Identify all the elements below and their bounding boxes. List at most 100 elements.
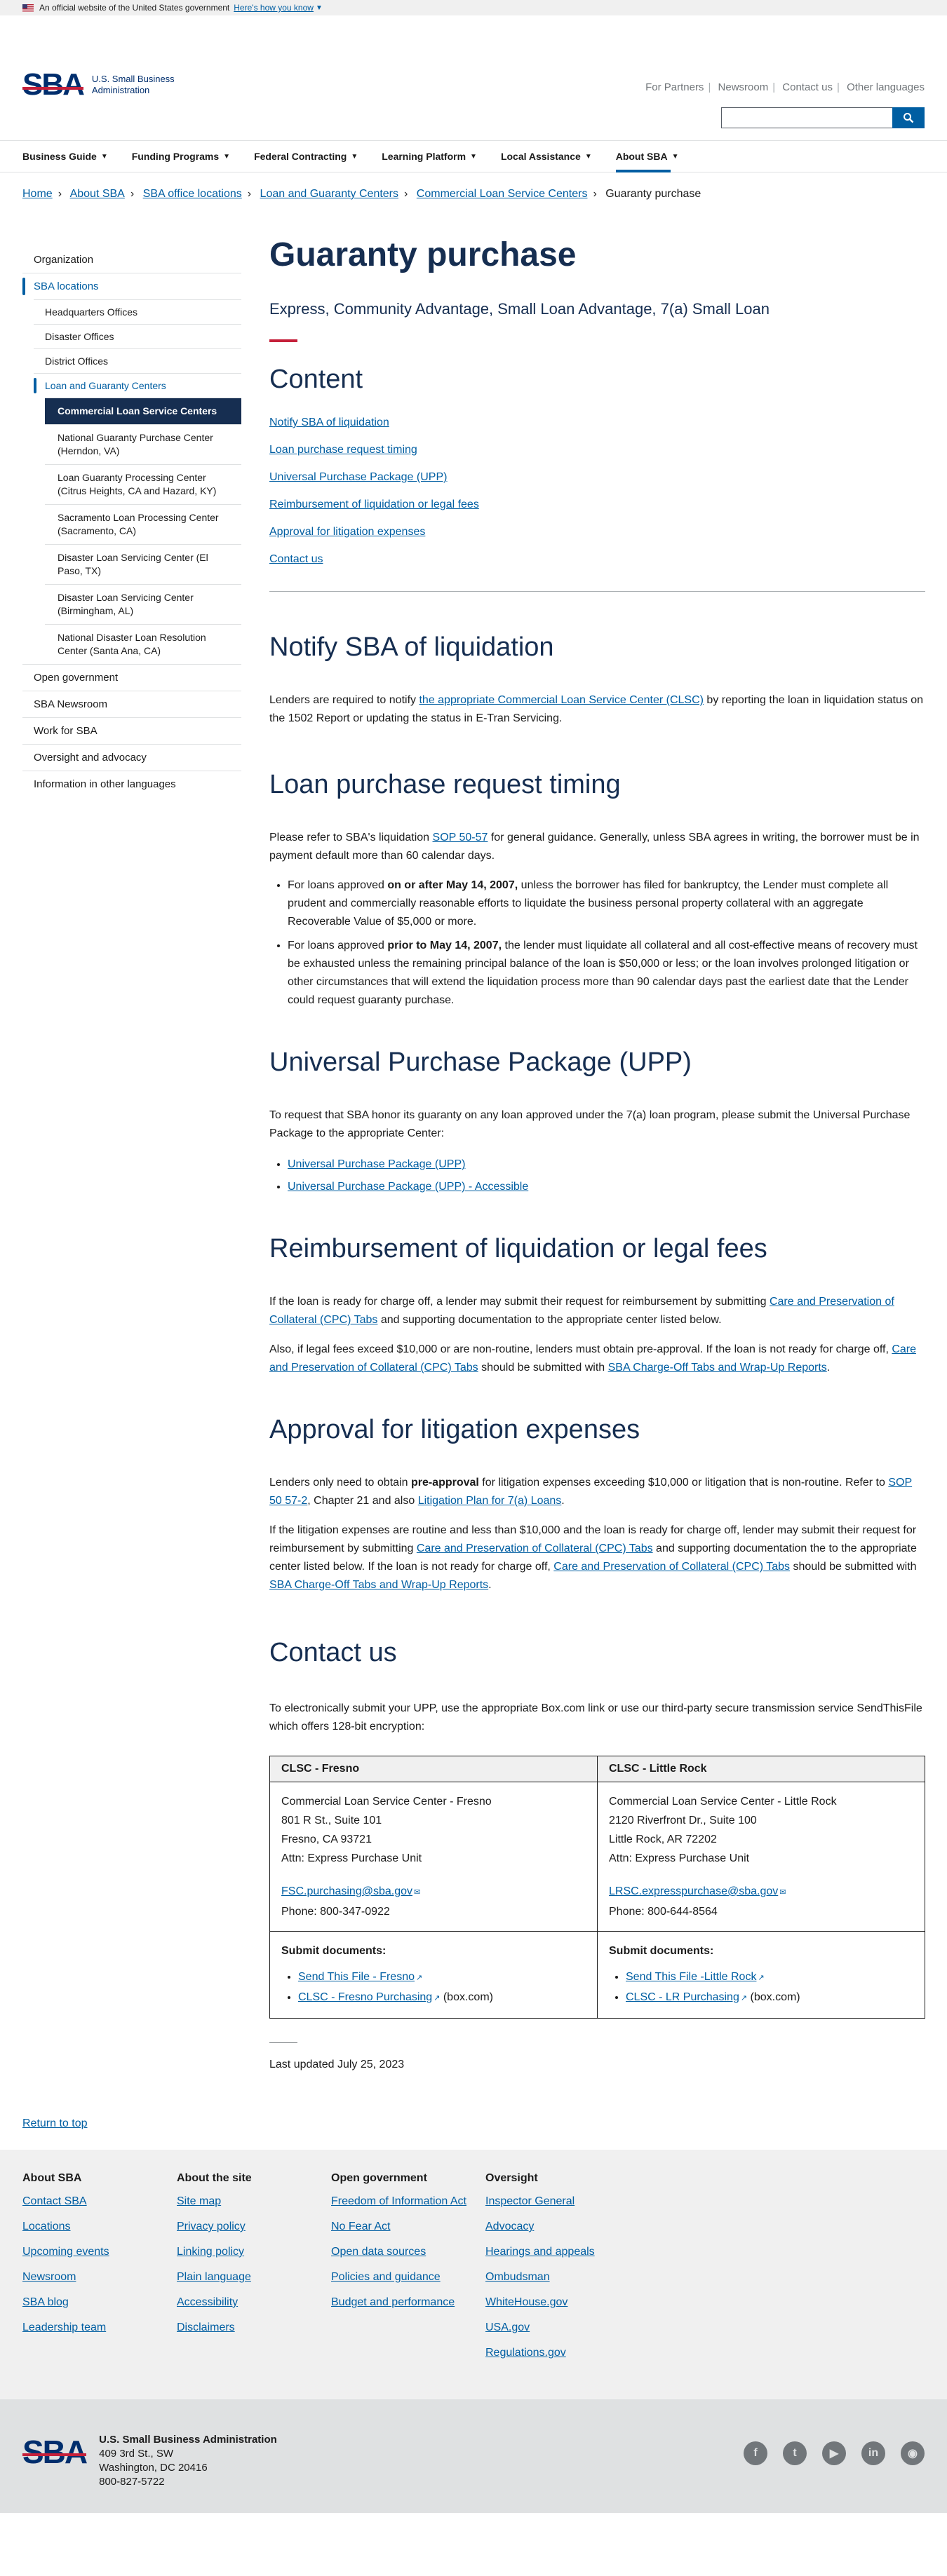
sidebar-item-organization[interactable]: Organization — [22, 247, 241, 273]
util-link-newsroom[interactable]: Newsroom — [718, 81, 769, 93]
toc-link-reimbursement[interactable]: Reimbursement of liquidation or legal fe… — [269, 497, 925, 513]
return-to-top-link[interactable]: Return to top — [22, 2117, 88, 2129]
clsc-link[interactable]: the appropriate Commercial Loan Service … — [419, 694, 704, 706]
footer-link[interactable]: Locations — [22, 2220, 177, 2234]
sidebar-item-ngpc-herndon[interactable]: National Guaranty Purchase Center (Hernd… — [45, 424, 241, 464]
breadcrumb-loan-guaranty-centers[interactable]: Loan and Guaranty Centers — [260, 188, 398, 200]
footer-link[interactable]: USA.gov — [485, 2321, 640, 2335]
sidebar-item-sba-locations[interactable]: SBA locations — [22, 273, 241, 299]
search-button[interactable] — [892, 107, 925, 128]
footer-link[interactable]: Open data sources — [331, 2245, 485, 2259]
how-you-know-link[interactable]: Here's how you know — [234, 3, 314, 13]
upp-link[interactable]: Universal Purchase Package (UPP) — [288, 1158, 465, 1170]
nav-local-assistance[interactable]: Local Assistance ▼ — [501, 140, 592, 172]
footer-link[interactable]: Advocacy — [485, 2220, 640, 2234]
util-link-languages[interactable]: Other languages — [847, 81, 925, 93]
footer-link[interactable]: Contact SBA — [22, 2195, 177, 2209]
nav-funding-programs[interactable]: Funding Programs ▼ — [132, 140, 230, 172]
toc-link-notify[interactable]: Notify SBA of liquidation — [269, 415, 925, 431]
breadcrumb-about-sba[interactable]: About SBA — [70, 188, 125, 200]
search-input[interactable] — [721, 107, 892, 128]
footer-links: About SBA Contact SBA Locations Upcoming… — [0, 2150, 947, 2399]
facebook-icon[interactable]: f — [744, 2441, 767, 2465]
clsc-fresno-purchasing-link[interactable]: CLSC - Fresno Purchasing — [298, 1991, 432, 2003]
footer-link[interactable]: Freedom of Information Act — [331, 2195, 485, 2209]
sidebar-item-open-government[interactable]: Open government — [22, 664, 241, 691]
linkedin-icon[interactable]: in — [861, 2441, 885, 2465]
sidebar-item-commercial-loan-service-centers[interactable]: Commercial Loan Service Centers — [45, 398, 241, 424]
sidebar-item-headquarters[interactable]: Headquarters Offices — [34, 299, 241, 324]
toc-link-litigation[interactable]: Approval for litigation expenses — [269, 524, 925, 540]
charge-off-tabs-link[interactable]: SBA Charge-Off Tabs and Wrap-Up Reports — [608, 1362, 827, 1374]
sidebar-item-disaster-offices[interactable]: Disaster Offices — [34, 324, 241, 348]
sidebar-item-birmingham[interactable]: Disaster Loan Servicing Center (Birmingh… — [45, 584, 241, 624]
sidebar-item-other-languages[interactable]: Information in other languages — [22, 771, 241, 797]
footer-link[interactable]: Policies and guidance — [331, 2270, 485, 2284]
footer-link[interactable]: Regulations.gov — [485, 2346, 640, 2360]
section-text: If the loan is ready for charge off, a l… — [269, 1296, 894, 1326]
nav-business-guide[interactable]: Business Guide ▼ — [22, 140, 108, 172]
fresno-email-link[interactable]: FSC.purchasing@sba.gov — [281, 1885, 412, 1897]
toc-link-upp[interactable]: Universal Purchase Package (UPP) — [269, 470, 925, 485]
toc-title: Content — [269, 365, 363, 394]
toc-link-timing[interactable]: Loan purchase request timing — [269, 442, 925, 458]
breadcrumb-commercial-loan-service-centers[interactable]: Commercial Loan Service Centers — [417, 188, 588, 200]
footer-link[interactable]: Disclaimers — [177, 2321, 331, 2335]
site-header: SBA U.S. Small Business Administration F… — [0, 15, 947, 128]
sba-logo[interactable]: SBA U.S. Small Business Administration — [22, 67, 175, 102]
sidebar-item-newsroom[interactable]: SBA Newsroom — [22, 691, 241, 717]
footer-link[interactable]: Hearings and appeals — [485, 2245, 640, 2259]
toc-link-contact[interactable]: Contact us — [269, 552, 925, 567]
cpc-tabs-link[interactable]: Care and Preservation of Collateral (CPC… — [553, 1561, 790, 1573]
last-updated: Last updated July 25, 2023 — [269, 2059, 405, 2070]
sidebar-item-el-paso[interactable]: Disaster Loan Servicing Center (El Paso,… — [45, 544, 241, 584]
footer-link[interactable]: Accessibility — [177, 2296, 331, 2310]
send-this-file-little-rock-link[interactable]: Send This File -Little Rock — [626, 1971, 756, 1983]
youtube-icon[interactable]: ▶ — [822, 2441, 846, 2465]
util-link-partners[interactable]: For Partners — [645, 81, 704, 93]
footer-link[interactable]: SBA blog — [22, 2296, 177, 2310]
footer-link[interactable]: Ombudsman — [485, 2270, 640, 2284]
footer-col-site: About the site Site map Privacy policy L… — [177, 2172, 331, 2371]
us-flag-icon — [22, 4, 34, 12]
footer-link[interactable]: Privacy policy — [177, 2220, 331, 2234]
nav-about-sba[interactable]: About SBA ▼ — [615, 140, 679, 172]
footer-link[interactable]: Linking policy — [177, 2245, 331, 2259]
footer-link[interactable]: Budget and performance — [331, 2296, 485, 2310]
footer-link[interactable]: Leadership team — [22, 2321, 177, 2335]
breadcrumb-home[interactable]: Home — [22, 188, 53, 200]
footer-link[interactable]: No Fear Act — [331, 2220, 485, 2234]
breadcrumb-current: Guaranty purchase — [605, 188, 701, 200]
footer-link[interactable]: Upcoming events — [22, 2245, 177, 2259]
sidebar-item-sacramento[interactable]: Sacramento Loan Processing Center (Sacra… — [45, 504, 241, 544]
little-rock-email-link[interactable]: LRSC.expresspurchase@sba.gov — [609, 1885, 778, 1897]
section-text: If the litigation expenses are routine a… — [269, 1524, 917, 1591]
footer-col-title: About the site — [177, 2172, 252, 2184]
footer-link[interactable]: Newsroom — [22, 2270, 177, 2284]
send-this-file-fresno-link[interactable]: Send This File - Fresno — [298, 1971, 415, 1983]
sop-50-57-link[interactable]: SOP 50-57 — [433, 832, 488, 843]
instagram-icon[interactable]: ◉ — [901, 2441, 925, 2465]
clsc-lr-purchasing-link[interactable]: CLSC - LR Purchasing — [626, 1991, 739, 2003]
sidebar-item-work-for-sba[interactable]: Work for SBA — [22, 717, 241, 744]
nav-federal-contracting[interactable]: Federal Contracting ▼ — [254, 140, 358, 172]
sidebar-item-lgpc[interactable]: Loan Guaranty Processing Center (Citrus … — [45, 464, 241, 504]
list-item: Universal Purchase Package (UPP) - Acces… — [288, 1178, 925, 1196]
footer-link[interactable]: Inspector General — [485, 2195, 640, 2209]
nav-learning-platform[interactable]: Learning Platform ▼ — [382, 140, 477, 172]
upp-accessible-link[interactable]: Universal Purchase Package (UPP) - Acces… — [288, 1181, 528, 1193]
sidebar-item-district-offices[interactable]: District Offices — [34, 348, 241, 373]
footer-link[interactable]: Site map — [177, 2195, 331, 2209]
cpc-tabs-link[interactable]: Care and Preservation of Collateral (CPC… — [417, 1543, 653, 1554]
charge-off-tabs-link[interactable]: SBA Charge-Off Tabs and Wrap-Up Reports — [269, 1579, 488, 1591]
footer-link[interactable]: WhiteHouse.gov — [485, 2296, 640, 2310]
util-link-contact[interactable]: Contact us — [782, 81, 833, 93]
litigation-plan-link[interactable]: Litigation Plan for 7(a) Loans — [418, 1495, 562, 1507]
sidebar-item-oversight[interactable]: Oversight and advocacy — [22, 744, 241, 771]
twitter-icon[interactable]: t — [783, 2441, 807, 2465]
footer-link[interactable]: Plain language — [177, 2270, 331, 2284]
breadcrumb-office-locations[interactable]: SBA office locations — [143, 188, 242, 200]
sidebar-item-santa-ana[interactable]: National Disaster Loan Resolution Center… — [45, 624, 241, 664]
section-text: Lenders are required to notify the appro… — [269, 694, 924, 724]
sidebar-item-loan-guaranty-centers[interactable]: Loan and Guaranty Centers — [34, 373, 241, 398]
